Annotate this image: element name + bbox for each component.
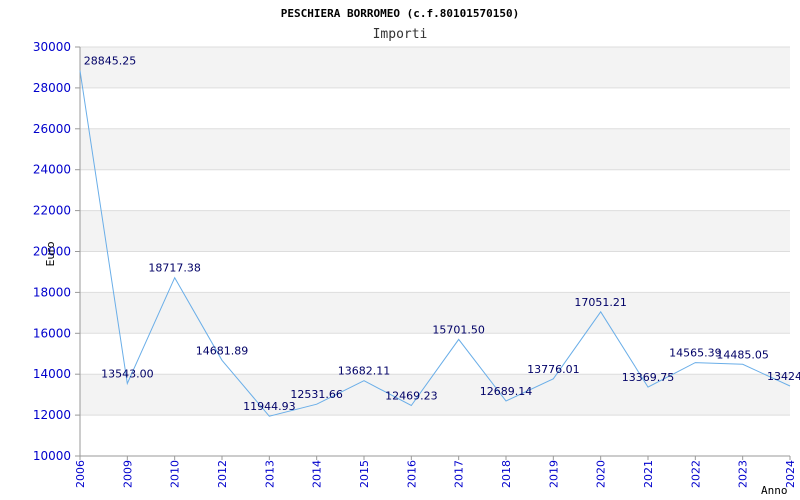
- x-tick-label: 2022: [689, 460, 702, 488]
- plot-bands: [80, 47, 790, 416]
- y-tick-label: 30000: [33, 40, 71, 54]
- y-tick-label: 14000: [33, 367, 71, 381]
- grid-band: [80, 128, 790, 170]
- x-tick-label: 2019: [547, 460, 560, 488]
- data-label: 14681.89: [196, 344, 249, 357]
- y-axis-label: Euro: [44, 241, 57, 266]
- x-tick-label: 2020: [595, 460, 608, 488]
- x-tick-label: 2021: [642, 460, 655, 488]
- x-axis-label: Anno: [761, 484, 788, 497]
- x-tick-label: 2006: [74, 460, 87, 488]
- y-tick-label: 16000: [33, 326, 71, 340]
- x-tick-label: 2016: [405, 460, 418, 488]
- data-label: 12689.14: [480, 385, 533, 398]
- y-tick-label: 12000: [33, 408, 71, 422]
- x-tick-label: 2015: [358, 460, 371, 488]
- y-tick-label: 28000: [33, 81, 71, 95]
- y-tick-label: 18000: [33, 285, 71, 299]
- x-tick-label: 2023: [737, 460, 750, 488]
- x-tick-label: 2010: [169, 460, 182, 488]
- x-tick-label: 2013: [263, 460, 276, 488]
- y-tick-label: 24000: [33, 163, 71, 177]
- data-label: 13682.11: [338, 365, 391, 378]
- y-tick-label: 10000: [33, 449, 71, 463]
- data-label: 28845.25: [84, 55, 137, 68]
- data-label: 15701.50: [432, 323, 485, 336]
- data-label: 14485.05: [716, 348, 769, 361]
- chart-title: PESCHIERA BORROMEO (c.f.80101570150): [281, 7, 519, 20]
- chart-root: 10000 12000 14000 16000 18000 20000 22000 24000…: [0, 0, 800, 500]
- grid-band: [80, 210, 790, 252]
- x-tick-label: 2012: [216, 460, 229, 488]
- x-tick-label: 2009: [121, 460, 134, 488]
- x-tick-label: 2017: [453, 460, 466, 488]
- data-label: 18717.38: [148, 262, 201, 275]
- y-tick-label: 22000: [33, 204, 71, 218]
- grid-band: [80, 47, 790, 88]
- x-tick-label: 2014: [311, 460, 324, 488]
- data-label: 13424.: [767, 370, 800, 383]
- data-label: 17051.21: [574, 296, 627, 309]
- data-label: 12469.23: [385, 390, 438, 403]
- data-label: 14565.39: [669, 347, 722, 360]
- x-tick-label: 2018: [500, 460, 513, 488]
- chart-subtitle: Importi: [373, 27, 428, 42]
- data-label: 11944.93: [243, 400, 296, 413]
- y-tick-label: 26000: [33, 122, 71, 136]
- data-label: 13543.00: [101, 368, 154, 381]
- data-label: 12531.66: [290, 388, 343, 401]
- data-label: 13369.75: [622, 371, 675, 384]
- line-chart: 1000012000140001600018000200002200024000…: [33, 7, 800, 497]
- x-tick-labels: 2006 2009 2010 2012 2013 2014 2015 2016 2017 2018…: [74, 460, 797, 488]
- data-label: 13776.01: [527, 363, 580, 376]
